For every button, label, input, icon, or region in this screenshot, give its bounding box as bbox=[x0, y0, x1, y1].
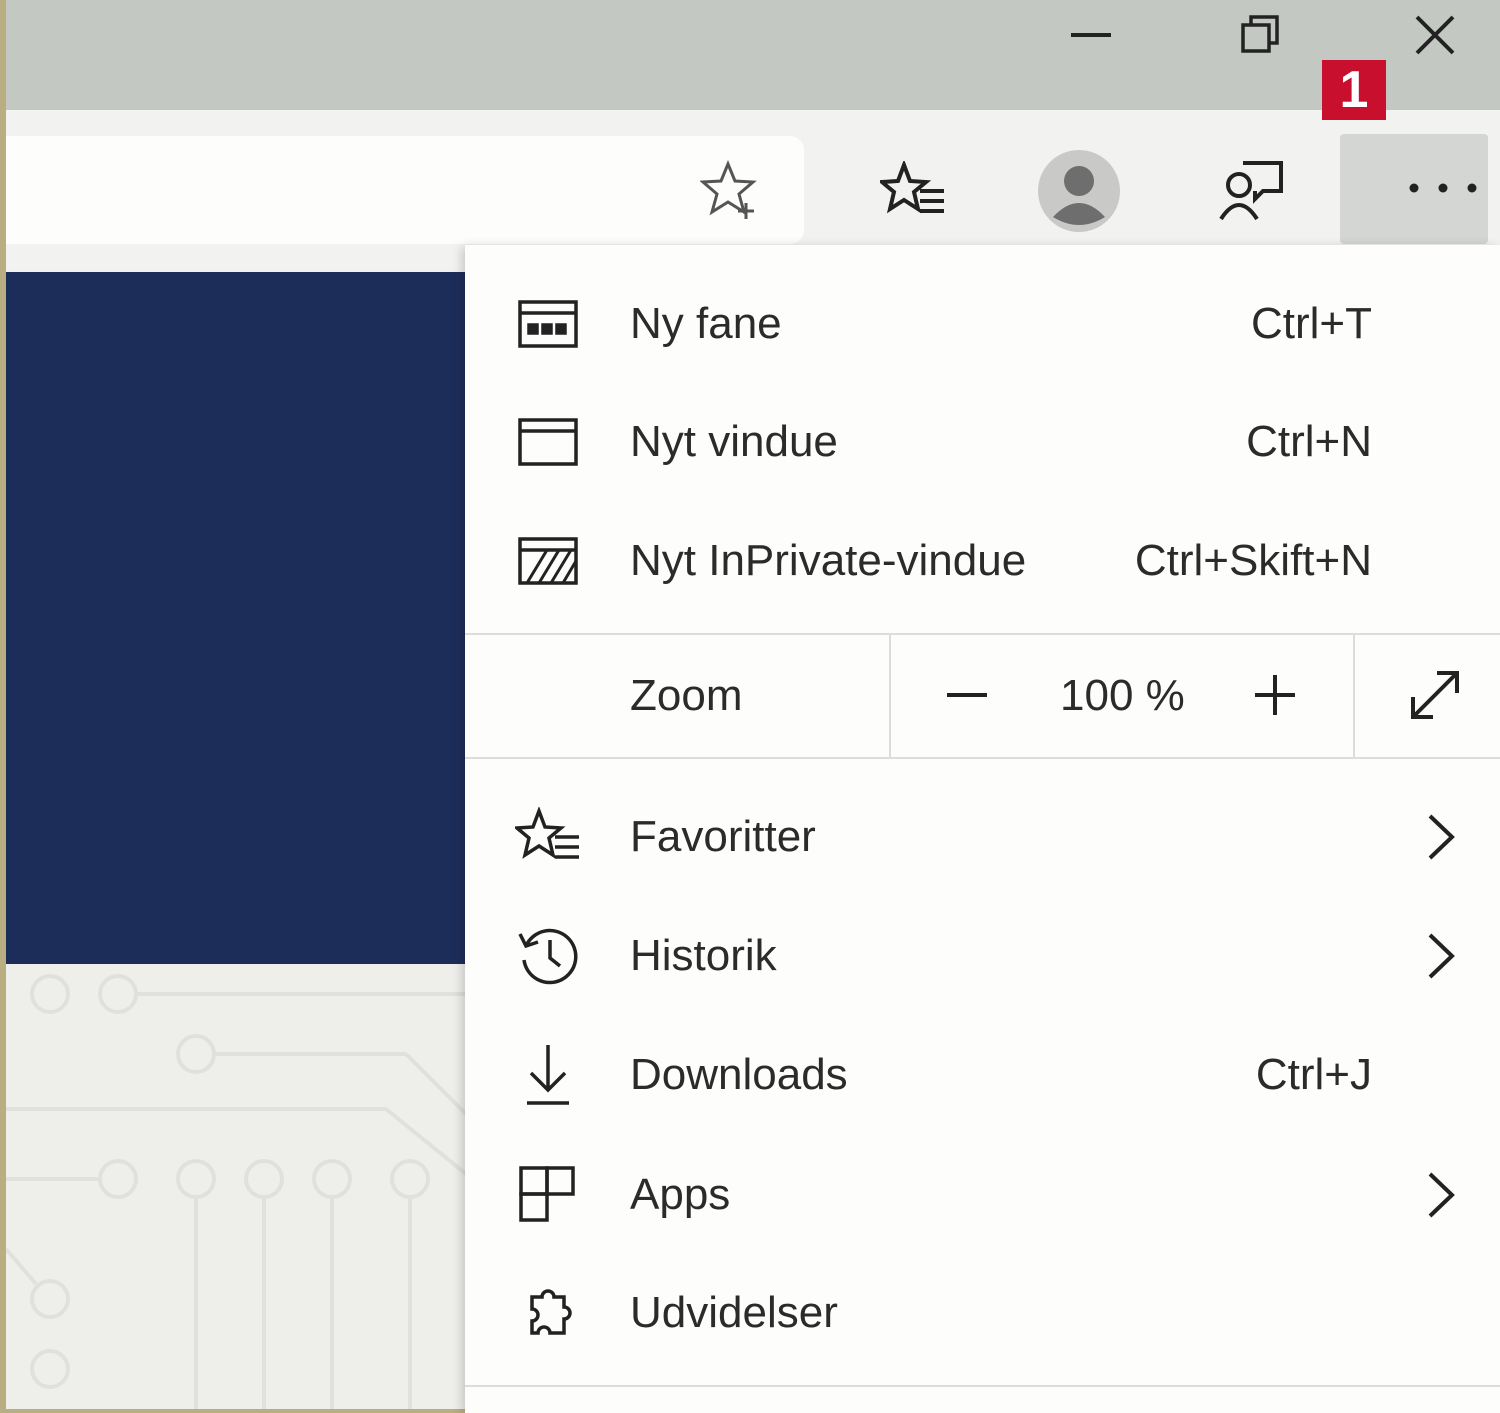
zoom-in-button[interactable] bbox=[1245, 665, 1305, 725]
minus-icon bbox=[947, 693, 987, 697]
avatar-icon bbox=[1038, 150, 1120, 232]
chevron-right-icon bbox=[1428, 814, 1455, 860]
menu-item-history[interactable]: Historik bbox=[465, 897, 1500, 1015]
feedback-button[interactable] bbox=[1212, 152, 1292, 228]
fullscreen-button[interactable] bbox=[1405, 665, 1465, 725]
feedback-icon bbox=[1219, 161, 1283, 221]
restore-icon bbox=[1241, 15, 1279, 53]
step-badge: 1 bbox=[1322, 60, 1386, 120]
close-button[interactable] bbox=[1380, 0, 1490, 70]
zoom-label: Zoom bbox=[630, 671, 743, 720]
favorites-button[interactable] bbox=[868, 156, 958, 226]
download-icon bbox=[513, 1040, 583, 1110]
zoom-divider bbox=[1353, 635, 1355, 757]
menu-item-label: Ny fane bbox=[630, 299, 782, 348]
profile-button[interactable] bbox=[1036, 148, 1122, 234]
menu-item-label: Favoritter bbox=[630, 812, 816, 861]
menu-item-favorites[interactable]: Favoritter bbox=[465, 778, 1500, 896]
zoom-value: 100 % bbox=[1060, 671, 1185, 720]
apps-icon bbox=[513, 1160, 583, 1230]
menu-item-label: Historik bbox=[630, 931, 777, 980]
restore-button[interactable] bbox=[1206, 0, 1316, 70]
menu-item-new-window[interactable]: Nyt vindue Ctrl+N bbox=[465, 383, 1500, 501]
ellipsis-icon bbox=[1409, 183, 1477, 193]
address-bar[interactable] bbox=[6, 136, 804, 244]
menu-divider bbox=[465, 757, 1500, 759]
menu-item-downloads[interactable]: Downloads Ctrl+J bbox=[465, 1016, 1500, 1134]
chevron-right-icon bbox=[1428, 933, 1455, 979]
plus-icon bbox=[1255, 675, 1295, 715]
expand-icon bbox=[1411, 671, 1459, 719]
new-tab-icon bbox=[513, 289, 583, 359]
menu-item-new-tab[interactable]: Ny fane Ctrl+T bbox=[465, 265, 1500, 383]
menu-item-shortcut: Ctrl+Skift+N bbox=[1134, 536, 1372, 585]
star-plus-icon bbox=[700, 160, 757, 219]
menu-item-label: Nyt vindue bbox=[630, 417, 838, 466]
menu-item-label: Udvidelser bbox=[630, 1288, 838, 1337]
page-hero-banner bbox=[6, 272, 466, 964]
favorites-icon bbox=[513, 802, 583, 872]
menu-item-label: Nyt InPrivate-vindue bbox=[630, 536, 1027, 585]
zoom-divider bbox=[889, 635, 891, 757]
close-icon bbox=[1415, 15, 1455, 55]
menu-item-shortcut: Ctrl+J bbox=[1255, 1050, 1372, 1099]
new-window-icon bbox=[513, 407, 583, 477]
menu-divider bbox=[465, 1385, 1500, 1387]
extensions-icon bbox=[513, 1278, 583, 1348]
menu-item-label: Apps bbox=[630, 1170, 731, 1219]
zoom-row: Zoom 100 % bbox=[465, 635, 1500, 757]
page-background-pattern bbox=[6, 964, 466, 1409]
menu-item-shortcut: Ctrl+T bbox=[1251, 299, 1372, 348]
chevron-right-icon bbox=[1428, 1172, 1455, 1218]
menu-item-label: Downloads bbox=[630, 1050, 848, 1099]
menu-item-inprivate-window[interactable]: Nyt InPrivate-vindue Ctrl+Skift+N bbox=[465, 502, 1500, 620]
title-bar bbox=[6, 0, 1500, 110]
favorites-list-icon bbox=[880, 161, 944, 214]
add-favorite-button[interactable] bbox=[696, 160, 766, 220]
settings-menu: Ny fane Ctrl+T Nyt vindue Ctrl+N Nyt InP… bbox=[465, 245, 1500, 1413]
zoom-out-button[interactable] bbox=[937, 665, 997, 725]
history-icon bbox=[513, 921, 583, 991]
minimize-icon bbox=[1071, 33, 1111, 37]
menu-item-shortcut: Ctrl+N bbox=[1246, 417, 1372, 466]
inprivate-icon bbox=[513, 526, 583, 596]
menu-item-extensions[interactable]: Udvidelser bbox=[465, 1254, 1500, 1372]
minimize-button[interactable] bbox=[1036, 0, 1146, 70]
settings-more-button[interactable] bbox=[1340, 134, 1488, 244]
menu-item-apps[interactable]: Apps bbox=[465, 1136, 1500, 1254]
